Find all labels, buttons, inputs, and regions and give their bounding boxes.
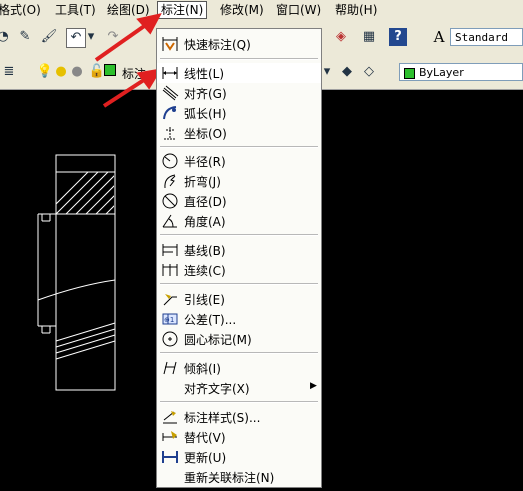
diameter-dimension-icon	[162, 193, 178, 209]
menu-item-align-text[interactable]: 对齐文字(X) ▶	[157, 378, 321, 398]
text-style-value: Standard	[455, 31, 508, 44]
menu-item-angular[interactable]: 角度(A)	[157, 211, 321, 231]
angular-dimension-icon	[162, 214, 177, 228]
make-current-layer-icon[interactable]: ◆	[338, 63, 356, 81]
undo-dropdown-icon[interactable]: ▾	[86, 28, 96, 46]
menu-separator	[160, 283, 318, 285]
pencil-icon[interactable]: ✎	[16, 28, 34, 46]
menu-item-quick-dimension[interactable]: 快速标注(Q)	[157, 34, 321, 54]
menu-item-tolerance[interactable]: ⊕1 公差(T)...	[157, 309, 321, 329]
tolerance-icon: ⊕1	[162, 313, 178, 325]
sheet-set-icon[interactable]: ◈	[332, 28, 350, 46]
ordinate-dimension-icon	[164, 127, 176, 140]
linear-dimension-icon	[162, 67, 178, 79]
menu-bar: 格式(O) 工具(T) 绘图(D) 标注(N) 修改(M) 窗口(W) 帮助(H…	[0, 0, 523, 20]
undo-icon[interactable]: ↶	[66, 28, 86, 48]
menu-item-linear[interactable]: 线性(L)	[157, 63, 321, 83]
menu-item-continue[interactable]: 连续(C)	[157, 260, 321, 280]
menu-modify[interactable]: 修改(M)	[220, 2, 264, 18]
menu-format[interactable]: 格式(O)	[0, 2, 41, 18]
bylayer-value: ByLayer	[419, 66, 464, 79]
menu-separator	[160, 58, 318, 60]
calculator-icon[interactable]: ▦	[360, 28, 378, 46]
menu-separator	[160, 234, 318, 236]
svg-text:⊕1: ⊕1	[164, 316, 174, 324]
layer-combo[interactable]: ByLayer	[399, 63, 523, 81]
menu-item-dimension-style[interactable]: 标注样式(S)...	[157, 407, 321, 427]
jogged-dimension-icon	[164, 174, 176, 189]
quick-dimension-icon	[162, 37, 178, 51]
menu-draw[interactable]: 绘图(D)	[107, 2, 150, 18]
radius-dimension-icon	[162, 153, 178, 169]
menu-separator	[160, 352, 318, 354]
layer-manager-icon[interactable]: ≣	[0, 63, 18, 81]
menu-separator	[160, 146, 318, 148]
menu-item-center-mark[interactable]: 圆心标记(M)	[157, 329, 321, 349]
dimension-menu: 快速标注(Q) 线性(L) 对齐(G) 弧长(H) 坐标(O) 半径(R) 折弯…	[156, 28, 322, 488]
menu-help[interactable]: 帮助(H)	[335, 2, 377, 18]
menu-item-aligned[interactable]: 对齐(G)	[157, 83, 321, 103]
plot-icon[interactable]: ◔	[0, 28, 12, 46]
layer-previous-icon[interactable]: ◇	[360, 63, 378, 81]
menu-item-arc-length[interactable]: 弧长(H)	[157, 103, 321, 123]
menu-tools[interactable]: 工具(T)	[55, 2, 96, 18]
menu-item-jogged[interactable]: 折弯(J)	[157, 171, 321, 191]
menu-item-ordinate[interactable]: 坐标(O)	[157, 123, 321, 143]
override-icon	[162, 431, 177, 441]
menu-item-diameter[interactable]: 直径(D)	[157, 191, 321, 211]
dimension-layer-label: 标注	[122, 67, 147, 81]
menu-dimension[interactable]: 标注(N)	[157, 1, 208, 19]
redo-icon[interactable]: ↷	[104, 28, 122, 46]
submenu-arrow-icon: ▶	[310, 381, 317, 391]
menu-separator	[160, 401, 318, 403]
center-mark-icon	[162, 331, 178, 347]
menu-item-radius[interactable]: 半径(R)	[157, 151, 321, 171]
menu-item-update[interactable]: 更新(U)	[157, 447, 321, 467]
menu-item-oblique[interactable]: 倾斜(I)	[157, 358, 321, 378]
oblique-icon	[163, 361, 177, 375]
continue-dimension-icon	[162, 264, 178, 276]
lock-layer-icon[interactable]: ●	[68, 63, 86, 81]
menu-item-leader[interactable]: 引线(E)	[157, 289, 321, 309]
layer-dropdown-icon[interactable]: ▾	[322, 63, 332, 81]
menu-item-override[interactable]: 替代(V)	[157, 427, 321, 447]
layer-color-swatch	[104, 64, 116, 76]
help-icon[interactable]: ?	[389, 28, 407, 46]
update-icon	[162, 451, 178, 463]
text-style-combo[interactable]: Standard	[450, 28, 523, 46]
dimension-style-icon	[163, 411, 177, 424]
text-style-icon: A	[433, 28, 445, 46]
arc-length-icon	[163, 106, 177, 120]
baseline-dimension-icon	[162, 244, 178, 256]
leader-icon	[163, 294, 177, 306]
menu-window[interactable]: 窗口(W)	[276, 2, 321, 18]
bylayer-color-swatch	[404, 67, 415, 79]
aligned-dimension-icon	[162, 85, 179, 101]
menu-item-baseline[interactable]: 基线(B)	[157, 240, 321, 260]
match-properties-icon[interactable]: 🖌	[40, 28, 58, 46]
menu-item-reassociate[interactable]: 重新关联标注(N)	[157, 467, 321, 487]
